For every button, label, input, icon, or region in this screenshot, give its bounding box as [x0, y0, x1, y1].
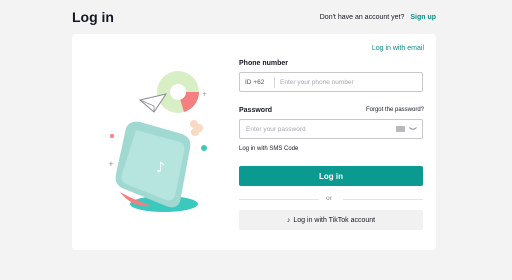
divider-left: [239, 199, 319, 200]
tiktok-logo-icon: ♪: [286, 216, 291, 224]
page-title: Log in: [72, 9, 114, 25]
sms-login-link[interactable]: Log in with SMS Code: [239, 146, 298, 152]
tiktok-login-label: Log in with TikTok account: [293, 216, 376, 224]
password-input[interactable]: [246, 120, 386, 138]
login-card: ♪ + + Log in with email Phone number ID …: [72, 34, 436, 250]
or-separator: or: [326, 195, 332, 202]
svg-text:+: +: [202, 91, 207, 98]
login-button[interactable]: Log in: [239, 166, 423, 186]
svg-text:+: +: [108, 160, 114, 168]
country-code-divider: [274, 77, 275, 88]
password-manager-icon[interactable]: [396, 126, 405, 132]
signup-row: Don't have an account yet? Sign up: [320, 14, 436, 21]
phone-label: Phone number: [239, 60, 289, 67]
email-login-link[interactable]: Log in with email: [372, 45, 424, 52]
signup-link[interactable]: Sign up: [410, 14, 436, 21]
country-code-select[interactable]: ID +62: [245, 79, 264, 86]
phone-field: ID +62: [239, 72, 423, 92]
password-field: [239, 119, 423, 139]
tiktok-login-button[interactable]: ♪ Log in with TikTok account: [239, 210, 423, 230]
eye-icon[interactable]: [409, 126, 417, 132]
password-label: Password: [239, 107, 273, 114]
phone-input[interactable]: [280, 73, 418, 91]
forgot-password-link[interactable]: Forgot the password?: [366, 107, 424, 113]
divider-right: [343, 199, 423, 200]
phone-illustration: ♪ + +: [108, 71, 207, 212]
svg-text:♪: ♪: [156, 160, 165, 176]
no-account-text: Don't have an account yet?: [319, 14, 405, 21]
